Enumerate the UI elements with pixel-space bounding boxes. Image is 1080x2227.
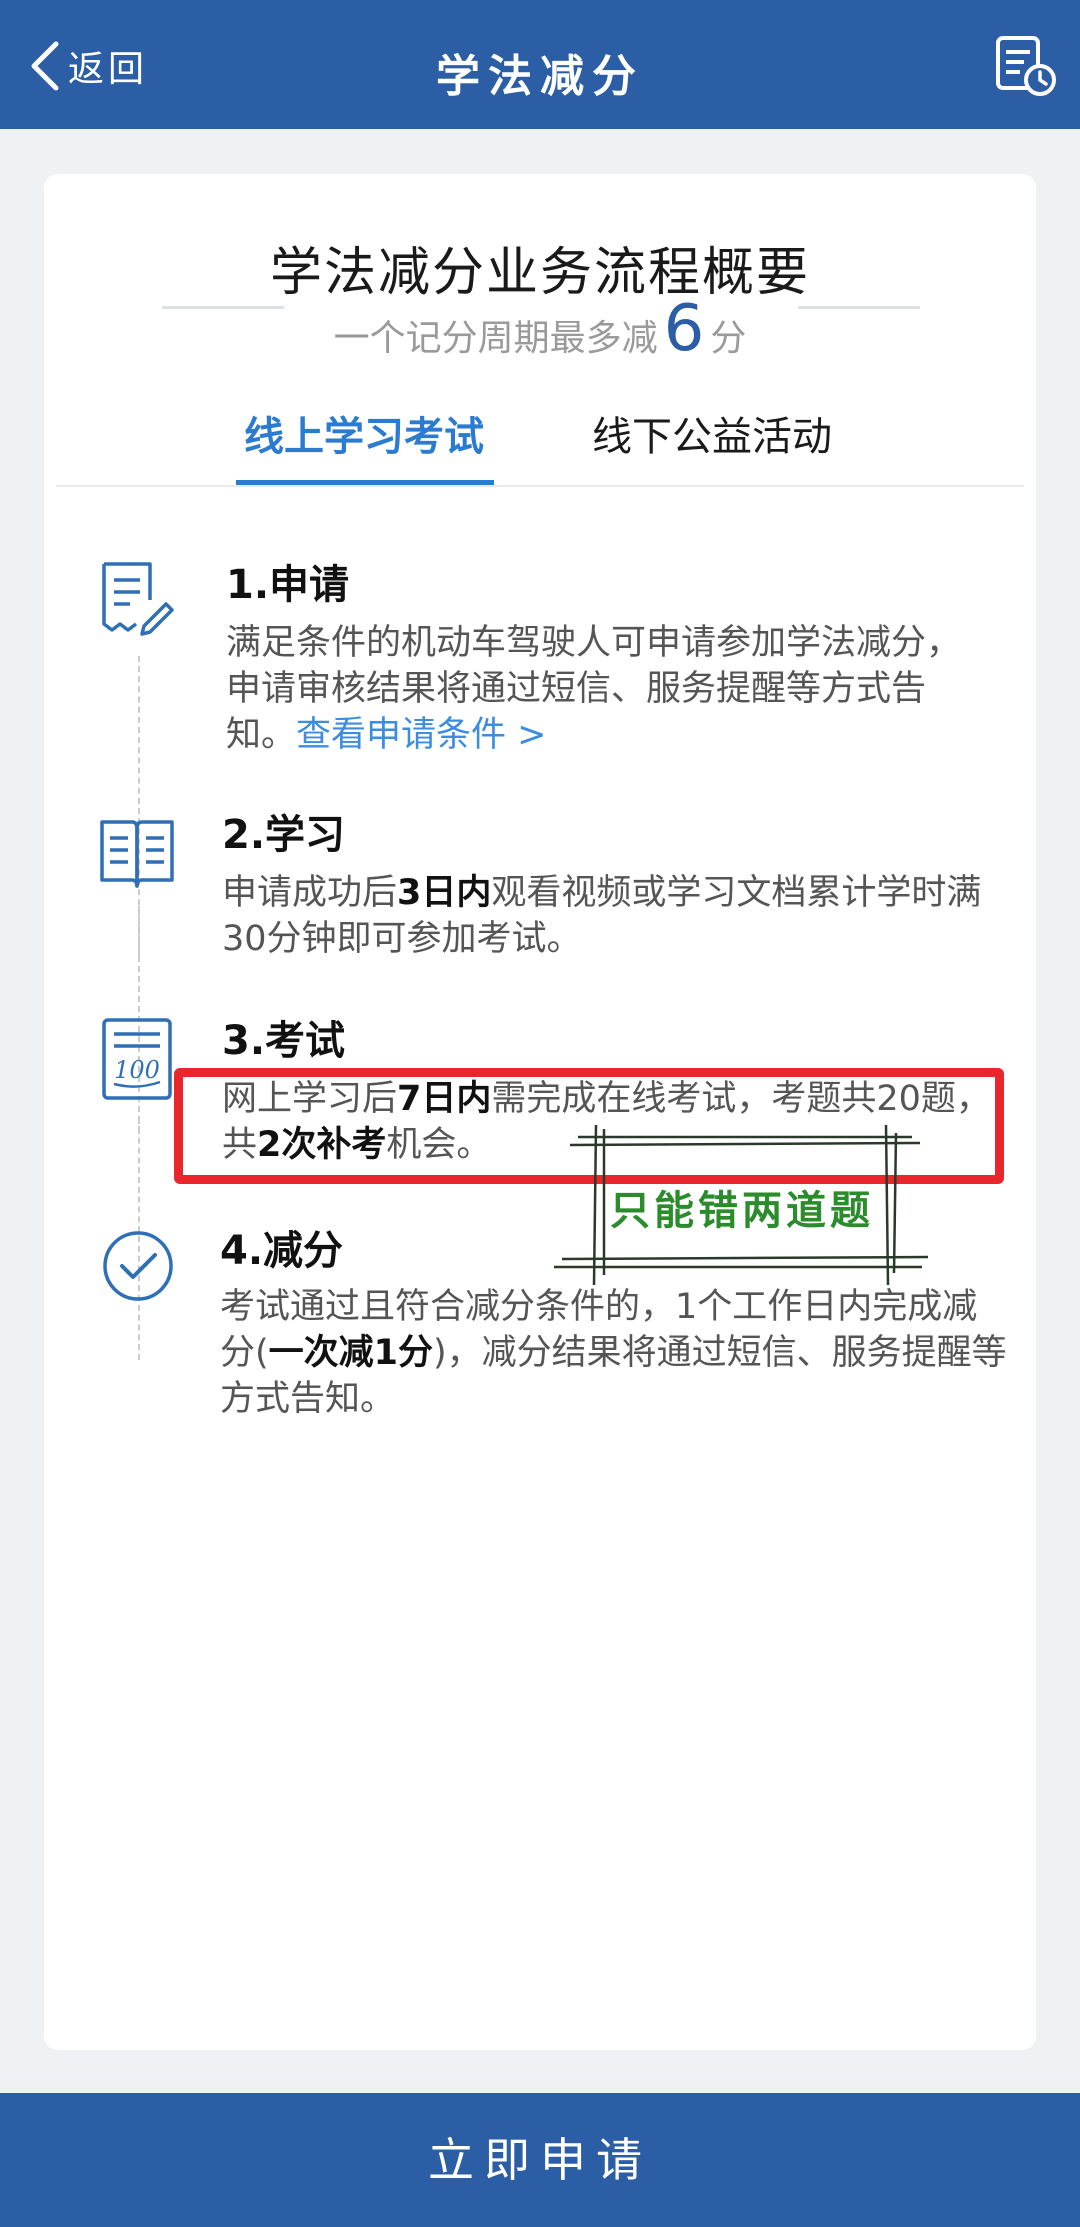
step-1-heading: 1.申请 (226, 562, 350, 608)
application-form-icon (102, 562, 174, 636)
step-2-body: 申请成功后3日内观看视频或学习文档累计学时满30分钟即可参加考试。 (222, 870, 982, 962)
step-2-deadline: 3日内 (397, 873, 492, 913)
book-icon (100, 820, 174, 888)
step-4-heading: 4.减分 (220, 1228, 344, 1274)
max-points-number: 6 (663, 292, 705, 366)
step-2-text-pre: 申请成功后 (222, 873, 398, 913)
apply-now-button[interactable]: 立即申请 (0, 2093, 1080, 2227)
handwritten-note: 只能错两道题 (610, 1187, 874, 1234)
tab-divider (56, 485, 1024, 487)
tab-bar: 线上学习考试 线下公益活动 (44, 404, 1036, 486)
card-subtitle: 一个记分周期最多减 6 分 (44, 292, 1036, 372)
svg-text:100: 100 (114, 1056, 160, 1084)
tab-online-study[interactable]: 线上学习考试 (244, 404, 484, 462)
view-conditions-link[interactable]: 查看申请条件 > (296, 715, 546, 755)
step-3-heading: 3.考试 (222, 1018, 346, 1064)
step-4-body: 考试通过且符合减分条件的，1个工作日内完成减分(一次减1分)，减分结果将通过短信… (220, 1284, 1010, 1422)
step-4-points: 一次减1分 (268, 1333, 434, 1373)
record-history-icon[interactable] (994, 32, 1058, 98)
step-1-body: 满足条件的机动车驾驶人可申请参加学法减分，申请审核结果将通过短信、服务提醒等方式… (226, 620, 986, 758)
tab-offline-activity[interactable]: 线下公益活动 (592, 404, 832, 462)
page-title: 学法减分 (436, 51, 644, 102)
step-2-heading: 2.学习 (222, 812, 346, 858)
check-circle-icon (103, 1231, 173, 1301)
subtitle-suffix: 分 (710, 318, 747, 359)
exam-paper-icon: 100 (102, 1018, 172, 1100)
header-bar: 返回 学法减分 (0, 0, 1080, 129)
subtitle-prefix: 一个记分周期最多减 (333, 318, 658, 359)
